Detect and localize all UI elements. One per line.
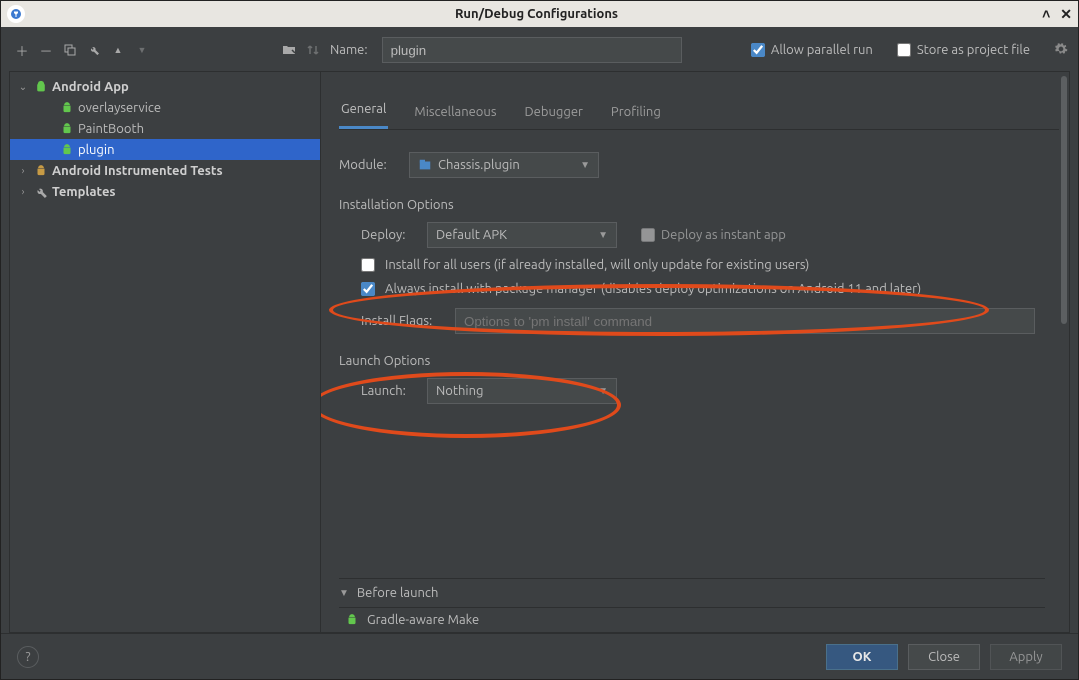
tab-miscellaneous[interactable]: Miscellaneous — [412, 105, 498, 129]
android-icon — [60, 143, 74, 157]
tab-debugger[interactable]: Debugger — [522, 105, 584, 129]
scrollbar-thumb[interactable] — [1061, 76, 1067, 324]
install-all-users-label: Install for all users (if already instal… — [385, 258, 809, 272]
instant-app-checkbox — [641, 228, 655, 242]
launch-value: Nothing — [436, 384, 483, 398]
module-select[interactable]: Chassis.plugin ▼ — [409, 152, 599, 178]
tab-general[interactable]: General — [339, 102, 388, 129]
install-flags-label: Install Flags: — [361, 314, 441, 328]
tree-label: Android App — [52, 80, 129, 94]
install-all-users-checkbox[interactable] — [361, 258, 375, 272]
sort-icon[interactable] — [306, 43, 320, 57]
before-launch-panel: ▼ Before launch Gradle-aware Make — [339, 578, 1045, 632]
chevron-down-icon: ⌄ — [16, 81, 30, 93]
config-tree: ⌄ Android App overlayservice PaintBooth — [9, 71, 321, 633]
vertical-scrollbar[interactable] — [1061, 76, 1067, 628]
folder-expand-icon[interactable] — [282, 43, 296, 57]
store-project-box[interactable] — [897, 43, 911, 57]
main-split: ⌄ Android App overlayservice PaintBooth — [1, 67, 1078, 633]
gear-icon[interactable] — [1054, 42, 1068, 59]
close-button[interactable]: Close — [908, 644, 980, 670]
allow-parallel-box[interactable] — [751, 43, 765, 57]
close-window-icon[interactable]: ✕ — [1060, 6, 1072, 23]
help-button[interactable]: ? — [17, 646, 39, 668]
ok-button[interactable]: OK — [826, 644, 898, 670]
config-toolbar: ＋ － ▲ ▼ — [15, 43, 320, 57]
tree-label: plugin — [78, 143, 115, 157]
chevron-down-icon: ▼ — [598, 229, 608, 241]
before-launch-item-label: Gradle-aware Make — [367, 613, 479, 627]
remove-icon[interactable]: － — [39, 43, 53, 57]
app-icon — [7, 5, 25, 23]
chevron-right-icon: › — [16, 165, 30, 176]
launch-select[interactable]: Nothing ▼ — [427, 378, 617, 404]
dialog-body: ＋ － ▲ ▼ Name: — [1, 27, 1078, 679]
allow-parallel-checkbox[interactable]: Allow parallel run — [751, 43, 873, 57]
tree-android-app[interactable]: ⌄ Android App — [10, 76, 320, 97]
deploy-label: Deploy: — [361, 228, 413, 242]
dialog-footer: ? OK Close Apply — [1, 633, 1078, 679]
before-launch-title: Before launch — [357, 586, 438, 600]
add-icon[interactable]: ＋ — [15, 43, 29, 57]
android-icon — [60, 101, 74, 115]
always-pm-checkbox[interactable] — [361, 282, 375, 296]
config-tabs: General Miscellaneous Debugger Profiling — [339, 96, 1059, 130]
instant-app-label: Deploy as instant app — [661, 228, 786, 242]
tree-templates[interactable]: › Templates — [10, 181, 320, 202]
tree-label: Templates — [52, 185, 116, 199]
deploy-value: Default APK — [436, 228, 507, 242]
top-row: ＋ － ▲ ▼ Name: — [1, 27, 1078, 67]
chevron-right-icon: › — [16, 186, 30, 197]
copy-icon[interactable] — [63, 43, 77, 57]
wrench-icon — [34, 185, 48, 199]
launch-options-heading: Launch Options — [339, 354, 1059, 368]
minimize-icon[interactable]: ˄ — [1042, 6, 1050, 23]
content-panel: General Miscellaneous Debugger Profiling… — [321, 71, 1070, 633]
install-flags-input[interactable] — [455, 308, 1035, 334]
allow-parallel-label: Allow parallel run — [771, 43, 873, 57]
store-project-checkbox[interactable]: Store as project file — [897, 43, 1030, 57]
titlebar: Run/Debug Configurations ˄ ✕ — [1, 1, 1078, 27]
tree-android-tests[interactable]: › Android Instrumented Tests — [10, 160, 320, 181]
down-icon[interactable]: ▼ — [135, 43, 149, 57]
dialog-window: Run/Debug Configurations ˄ ✕ ＋ － ▲ ▼ — [0, 0, 1079, 680]
name-label: Name: — [330, 43, 368, 57]
deploy-select[interactable]: Default APK ▼ — [427, 222, 617, 248]
launch-label: Launch: — [361, 384, 413, 398]
android-studio-icon — [10, 8, 22, 20]
before-launch-item[interactable]: Gradle-aware Make — [339, 608, 1045, 632]
chevron-down-icon: ▼ — [339, 587, 349, 599]
window-title: Run/Debug Configurations — [31, 7, 1042, 21]
android-tests-icon — [34, 164, 48, 178]
chevron-down-icon: ▼ — [580, 159, 590, 171]
store-project-label: Store as project file — [917, 43, 1030, 57]
tree-item-overlayservice[interactable]: overlayservice — [10, 97, 320, 118]
installation-options-heading: Installation Options — [339, 198, 1059, 212]
android-icon — [345, 613, 359, 627]
android-icon — [34, 80, 48, 94]
tab-profiling[interactable]: Profiling — [609, 105, 663, 129]
module-icon — [418, 158, 432, 172]
apply-button[interactable]: Apply — [990, 644, 1062, 670]
name-input[interactable] — [382, 37, 682, 63]
android-icon — [60, 122, 74, 136]
name-area: Name: — [330, 37, 682, 63]
module-value: Chassis.plugin — [438, 158, 520, 172]
tree-item-plugin[interactable]: plugin — [10, 139, 320, 160]
up-icon[interactable]: ▲ — [111, 43, 125, 57]
chevron-down-icon: ▼ — [598, 385, 608, 397]
tree-label: Android Instrumented Tests — [52, 164, 223, 178]
tree-label: PaintBooth — [78, 122, 144, 136]
tree-item-paintbooth[interactable]: PaintBooth — [10, 118, 320, 139]
tree-label: overlayservice — [78, 101, 161, 115]
always-pm-label: Always install with package manager (dis… — [385, 282, 921, 296]
module-label: Module: — [339, 158, 395, 172]
before-launch-header[interactable]: ▼ Before launch — [339, 579, 1045, 607]
wrench-icon[interactable] — [87, 43, 101, 57]
